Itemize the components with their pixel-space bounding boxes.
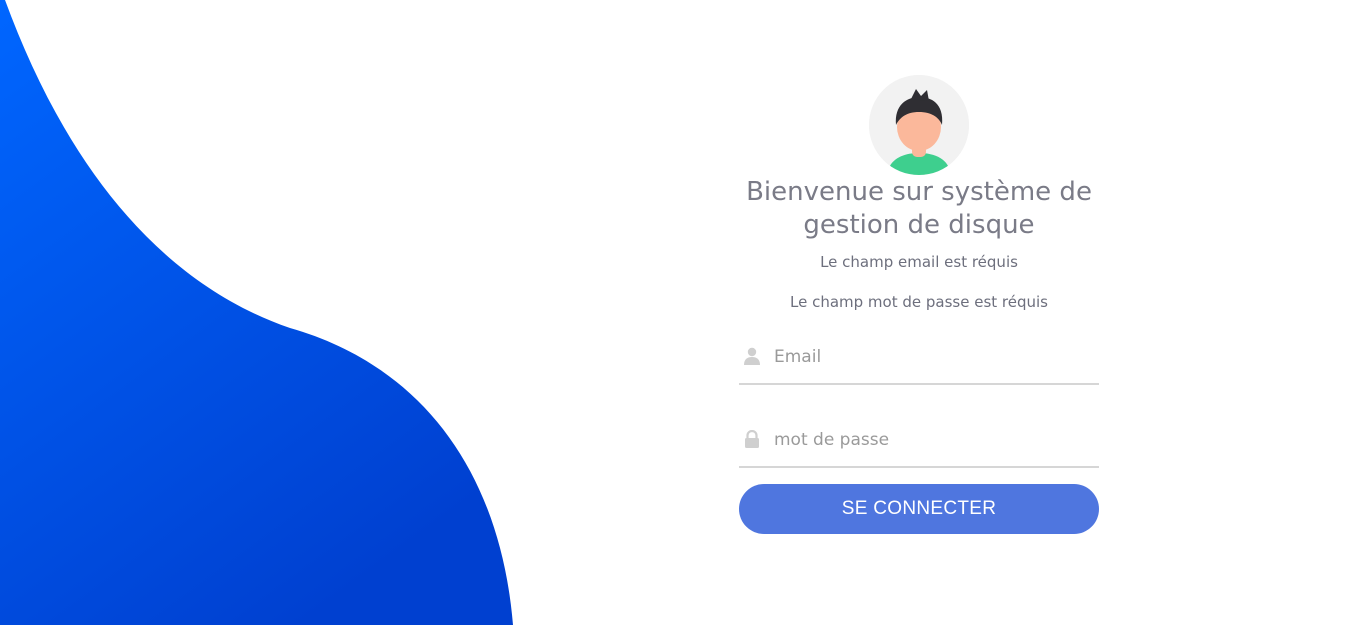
email-error-message: Le champ email est réquis: [820, 253, 1018, 271]
login-button[interactable]: SE CONNECTER: [739, 484, 1099, 534]
login-page: Bienvenue sur système de gestion de disq…: [0, 0, 1366, 625]
email-input[interactable]: [774, 343, 1094, 371]
email-field: [739, 337, 1099, 385]
password-field: [739, 420, 1099, 468]
password-input[interactable]: [774, 426, 1094, 454]
password-error-message: Le champ mot de passe est réquis: [789, 293, 1048, 311]
user-icon: [744, 347, 760, 365]
user-avatar-icon: [869, 75, 969, 175]
background-wave: [0, 0, 513, 625]
lock-icon: [744, 429, 760, 448]
welcome-title: Bienvenue sur système de gestion de disq…: [746, 177, 1092, 240]
